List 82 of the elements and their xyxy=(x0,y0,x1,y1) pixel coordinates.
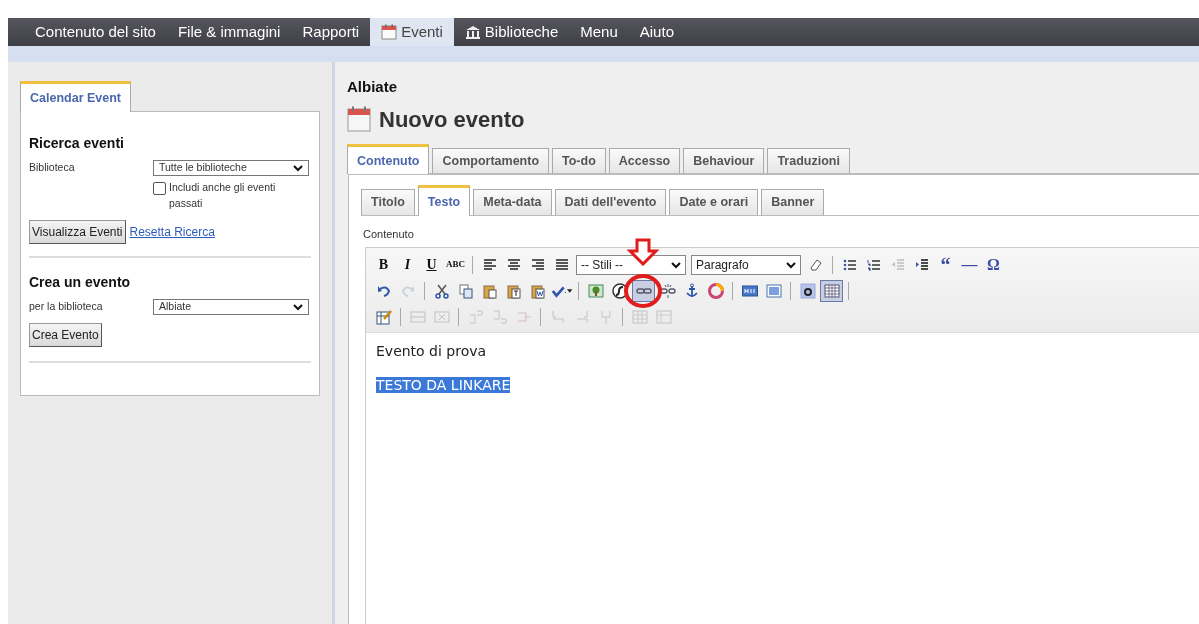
nav-tab[interactable]: Contenuto del sito xyxy=(24,18,167,46)
format-button[interactable]: I xyxy=(396,253,419,276)
nav-tab[interactable]: Eventi xyxy=(370,18,454,46)
table-icon xyxy=(823,282,840,299)
format-select[interactable]: -- Stili -- xyxy=(576,254,686,275)
building-icon xyxy=(464,24,481,40)
nav-tab[interactable]: File & immagini xyxy=(166,18,292,46)
caret-icon xyxy=(566,288,572,293)
table-edit-icon xyxy=(375,308,392,325)
window-icon xyxy=(765,282,782,299)
format-button[interactable]: ABC xyxy=(444,253,467,276)
html-icon xyxy=(741,282,758,299)
chevron-icon xyxy=(293,303,303,312)
format-button[interactable]: — xyxy=(958,253,981,276)
tab[interactable]: Banner xyxy=(761,189,825,215)
field-label: per la biblioteca xyxy=(29,300,103,313)
insert-cell-icon xyxy=(491,308,508,325)
format-button[interactable]: B xyxy=(372,253,395,276)
tab[interactable]: Accesso xyxy=(608,147,681,174)
create-event-button[interactable]: Crea Evento xyxy=(29,323,102,348)
indent-icon xyxy=(913,256,930,273)
tab[interactable]: Contenuto xyxy=(347,143,430,175)
tab[interactable]: Dati dell'evento xyxy=(554,189,667,215)
tab[interactable]: Date e orari xyxy=(669,189,759,215)
align-left-icon xyxy=(481,256,498,273)
tab[interactable]: Testo xyxy=(417,185,471,216)
tab[interactable]: Meta-data xyxy=(473,189,552,215)
table-delete-icon xyxy=(433,308,450,325)
table-icon xyxy=(631,308,648,325)
outdent-icon xyxy=(889,256,906,273)
image-icon xyxy=(587,282,604,299)
format-select[interactable]: Paragrafo xyxy=(691,254,801,275)
library-select[interactable]: Albiate xyxy=(153,299,309,316)
tab[interactable]: Comportamento xyxy=(432,147,549,174)
anchor-icon xyxy=(683,282,700,299)
clipboard-icon xyxy=(529,282,546,299)
section-title: Ricerca eventi xyxy=(29,133,125,153)
nav-tab[interactable]: Rapporti xyxy=(291,18,371,46)
align-center-icon xyxy=(505,256,522,273)
tab[interactable]: To-do xyxy=(552,147,606,174)
reset-search-link[interactable]: Resetta Ricerca xyxy=(129,223,215,242)
calendar-icon xyxy=(347,106,371,132)
chevron-icon xyxy=(786,260,796,269)
clipboard-icon xyxy=(505,282,522,299)
library-select[interactable]: Tutte le biblioteche xyxy=(153,159,309,176)
tab[interactable]: Titolo xyxy=(361,189,415,215)
field-label: Biblioteca xyxy=(29,160,75,173)
nav-tab[interactable]: Biblioteche xyxy=(453,18,570,46)
tab[interactable]: Traduzioni xyxy=(767,147,850,174)
format-button[interactable]: U xyxy=(420,253,443,276)
format-button[interactable]: “ xyxy=(934,253,957,276)
flash-icon xyxy=(611,282,628,299)
copy-icon xyxy=(457,282,474,299)
clipboard-icon xyxy=(481,282,498,299)
toolbar-button[interactable] xyxy=(632,279,655,302)
scissors-icon xyxy=(433,282,450,299)
checkbox-label: Includi anche gli eventi passati xyxy=(169,179,277,211)
justify-icon xyxy=(553,256,570,273)
table-row-icon xyxy=(409,308,426,325)
color-wheel-icon xyxy=(707,282,724,299)
nav-tab[interactable]: Aiuto xyxy=(628,18,685,46)
checkbox[interactable] xyxy=(153,181,166,195)
paragraph: Evento di prova xyxy=(376,342,487,359)
editor-area[interactable]: Evento di prova TESTO DA LINKARE xyxy=(366,332,1199,417)
section-title: Crea un evento xyxy=(29,273,132,293)
table-icon xyxy=(655,308,672,325)
insert-column-icon xyxy=(549,308,566,325)
library-name: Albiate xyxy=(347,77,398,97)
insert-cell-icon xyxy=(467,308,484,325)
page-title: Nuovo evento xyxy=(379,105,525,134)
chevron-icon xyxy=(293,163,303,172)
paragraph: TESTO DA LINKARE xyxy=(376,376,511,393)
calendar-icon xyxy=(381,24,398,40)
nav-tab[interactable]: Menu xyxy=(569,18,629,46)
tab[interactable]: Behaviour xyxy=(683,147,765,174)
field-label: Contenuto xyxy=(363,227,415,242)
align-right-icon xyxy=(529,256,546,273)
format-button[interactable]: Ω xyxy=(982,253,1005,276)
broken-link-icon xyxy=(659,282,676,299)
chevron-icon xyxy=(671,260,681,269)
sidebar-tab[interactable]: Calendar Event xyxy=(20,81,131,112)
view-events-button[interactable]: Visualizza Eventi xyxy=(29,220,126,245)
